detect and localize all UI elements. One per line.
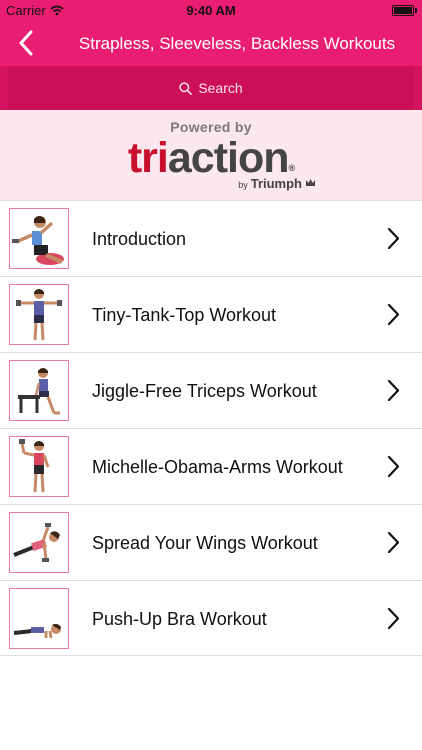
chevron-right-icon (387, 303, 400, 326)
workout-title: Michelle-Obama-Arms Workout (92, 456, 343, 477)
nav-title: Strapless, Sleeveless, Backless Workouts (78, 34, 396, 53)
workout-title: Tiny-Tank-Top Workout (92, 304, 277, 325)
workout-list: Introduction Tiny-Tank-Top Workout Jiggl… (0, 200, 422, 656)
workout-thumbnail (9, 360, 69, 421)
status-time: 9:40 AM (186, 3, 236, 18)
workout-thumbnail (9, 208, 69, 269)
workout-row-jiggle-free-triceps[interactable]: Jiggle-Free Triceps Workout (0, 352, 422, 428)
chevron-right-icon (387, 379, 400, 402)
battery-icon (392, 5, 417, 16)
search-label: Search (198, 80, 243, 96)
chevron-right-icon (387, 227, 400, 250)
nav-bar: Strapless, Sleeveless, Backless Workouts (0, 22, 422, 66)
workout-title: Push-Up Bra Workout (92, 608, 267, 629)
workout-thumbnail (9, 588, 69, 649)
search-field[interactable]: Search (8, 66, 414, 110)
workout-title: Introduction (92, 228, 187, 249)
status-bar: Carrier 9:40 AM (0, 0, 422, 22)
workout-row-tiny-tank-top[interactable]: Tiny-Tank-Top Workout (0, 276, 422, 352)
chevron-right-icon (387, 531, 400, 554)
triaction-logo: triaction® (127, 134, 295, 182)
search-icon (179, 81, 193, 95)
workout-thumbnail (9, 284, 69, 345)
workout-thumbnail (9, 512, 69, 573)
chevron-right-icon (387, 607, 400, 630)
by-triumph-text: by Triumph (238, 176, 316, 191)
search-container: Search (0, 66, 422, 110)
chevron-right-icon (387, 455, 400, 478)
workout-row-michelle-obama-arms[interactable]: Michelle-Obama-Arms Workout (0, 428, 422, 504)
workout-title: Jiggle-Free Triceps Workout (92, 380, 317, 401)
crown-icon (306, 179, 315, 186)
workout-row-spread-your-wings[interactable]: Spread Your Wings Workout (0, 504, 422, 580)
back-chevron-icon[interactable] (18, 30, 34, 56)
workout-row-push-up-bra[interactable]: Push-Up Bra Workout (0, 580, 422, 656)
workout-thumbnail (9, 436, 69, 497)
workout-title: Spread Your Wings Workout (92, 532, 318, 553)
sponsor-banner: Powered by triaction® by Triumph (0, 110, 422, 200)
workout-row-introduction[interactable]: Introduction (0, 200, 422, 276)
